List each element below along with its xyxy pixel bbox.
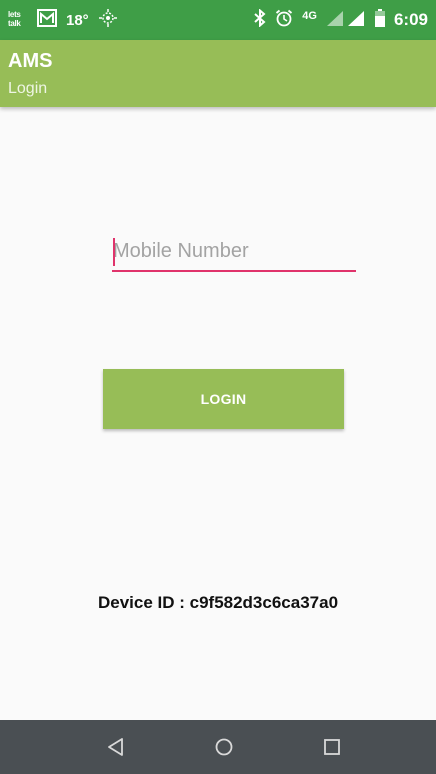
alarm-icon <box>275 9 293 31</box>
mobile-number-input[interactable] <box>112 232 357 270</box>
home-icon[interactable] <box>214 737 234 757</box>
location-icon <box>98 8 118 32</box>
clock-text: 6:09 <box>393 10 428 29</box>
status-bar: lets talk 18° 4G 6:09 <box>0 0 436 40</box>
app-subtitle: Login <box>8 80 48 97</box>
app-title: AMS <box>8 50 53 72</box>
login-screen: lets talk 18° 4G 6:09 AMS Login Mobile N… <box>0 0 436 774</box>
login-button[interactable]: LOGIN <box>103 369 344 429</box>
status-bar-right: 4G 6:09 <box>254 0 428 40</box>
recents-icon[interactable] <box>322 737 342 757</box>
mobile-number-field[interactable] <box>112 232 357 272</box>
navigation-bar <box>0 720 436 774</box>
network-type-text: 4G <box>302 10 317 22</box>
letstalk-icon: lets talk <box>8 10 21 28</box>
status-bar-left: lets talk 18° <box>0 0 118 40</box>
temperature-text: 18° <box>66 11 89 29</box>
signal-icon <box>326 10 366 30</box>
text-cursor <box>113 238 115 266</box>
app-bar: AMS Login <box>0 40 436 107</box>
gmail-icon <box>37 9 57 31</box>
back-icon[interactable] <box>106 737 126 757</box>
bluetooth-icon <box>254 8 266 31</box>
battery-icon <box>374 9 385 31</box>
device-id-text: Device ID : c9f582d3c6ca37a0 <box>97 593 339 612</box>
